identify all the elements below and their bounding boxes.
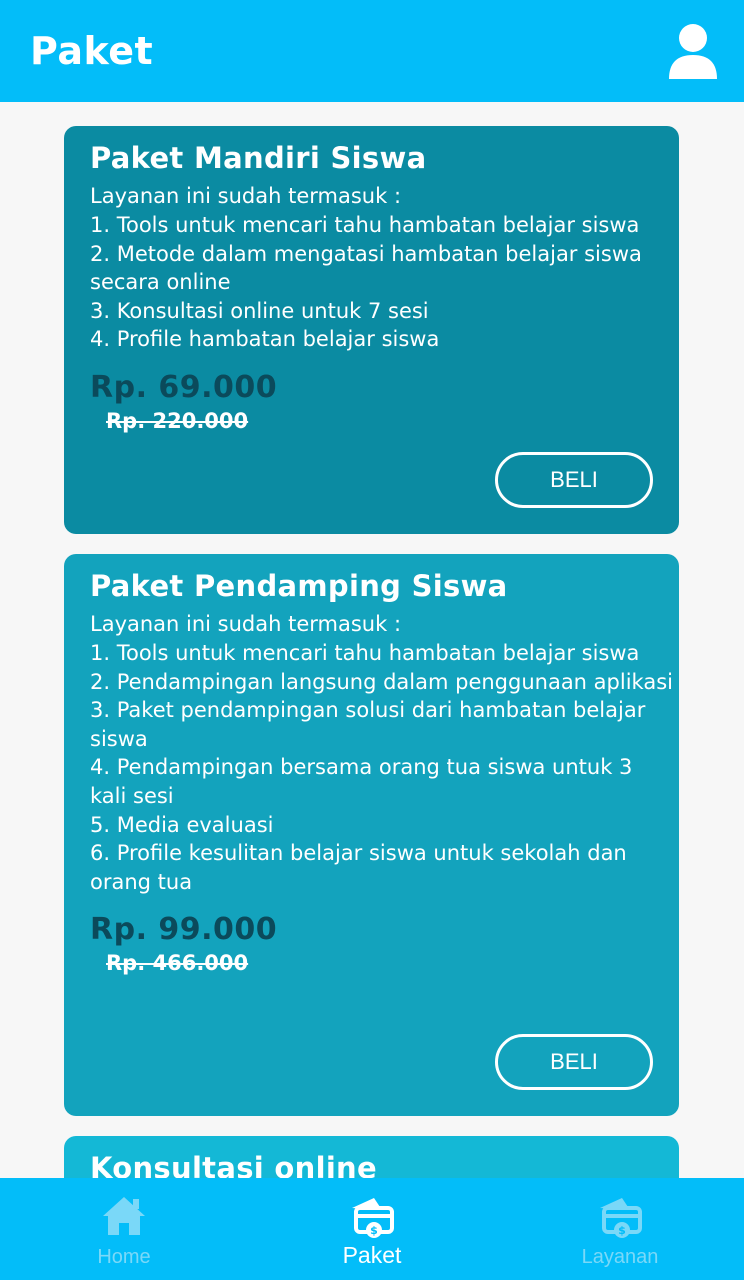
- feature-item: 6. Profile kesulitan belajar siswa untuk…: [90, 841, 627, 894]
- page-title: Paket: [30, 29, 154, 73]
- feature-item: 5. Media evaluasi: [90, 812, 274, 837]
- price: Rp. 99.000: [90, 912, 278, 948]
- app-bar: Paket: [0, 0, 744, 102]
- buy-button[interactable]: BELI: [495, 452, 653, 508]
- nav-paket[interactable]: $ Paket: [248, 1178, 496, 1280]
- feature-item: 3. Konsultasi online untuk 7 sesi: [90, 298, 429, 323]
- package-card-pendamping: Paket Pendamping Siswa Layanan ini sudah…: [64, 554, 679, 1116]
- package-list[interactable]: Paket Mandiri Siswa Layanan ini sudah te…: [0, 102, 744, 1178]
- feature-list: 1. Tools untuk mencari tahu hambatan bel…: [90, 639, 675, 896]
- home-icon: [103, 1197, 145, 1235]
- package-title: Konsultasi online: [90, 1151, 377, 1178]
- svg-text:$: $: [618, 1224, 626, 1237]
- person-icon[interactable]: [668, 21, 718, 81]
- feature-item: 2. Metode dalam mengatasi hambatan belaj…: [90, 241, 642, 295]
- services-icon: $: [600, 1198, 642, 1238]
- old-price: Rp. 466.000: [106, 951, 249, 976]
- feature-item: 4. Profile hambatan belajar siswa: [90, 327, 440, 352]
- feature-list: 1. Tools untuk mencari tahu hambatan bel…: [90, 211, 650, 354]
- package-title: Paket Mandiri Siswa: [90, 141, 427, 175]
- nav-label: Paket: [342, 1242, 402, 1268]
- package-intro: Layanan ini sudah termasuk :: [90, 184, 402, 208]
- buy-button[interactable]: BELI: [495, 1034, 653, 1090]
- feature-item: 1. Tools untuk mencari tahu hambatan bel…: [90, 213, 640, 237]
- package-card-konsultasi[interactable]: Konsultasi online: [64, 1136, 679, 1178]
- feature-item: 3. Paket pendampingan solusi dari hambat…: [90, 698, 646, 751]
- package-title: Paket Pendamping Siswa: [90, 569, 508, 603]
- nav-layanan[interactable]: $ Layanan: [496, 1178, 744, 1280]
- nav-home[interactable]: Home: [0, 1178, 248, 1280]
- price: Rp. 69.000: [90, 369, 278, 405]
- feature-item: 4. Pendampingan bersama orang tua siswa …: [90, 755, 633, 808]
- package-card-mandiri: Paket Mandiri Siswa Layanan ini sudah te…: [64, 126, 679, 534]
- svg-text:$: $: [370, 1224, 378, 1237]
- bottom-navigation: Home $ Paket $ Layanan: [0, 1178, 744, 1280]
- feature-item: 2. Pendampingan langsung dalam penggunaa…: [90, 669, 673, 694]
- package-intro: Layanan ini sudah termasuk :: [90, 612, 402, 636]
- nav-label: Layanan: [581, 1246, 659, 1268]
- nav-label: Home: [97, 1246, 151, 1268]
- package-icon: $: [352, 1198, 394, 1238]
- feature-item: 1. Tools untuk mencari tahu hambatan bel…: [90, 641, 640, 665]
- old-price: Rp. 220.000: [106, 408, 249, 433]
